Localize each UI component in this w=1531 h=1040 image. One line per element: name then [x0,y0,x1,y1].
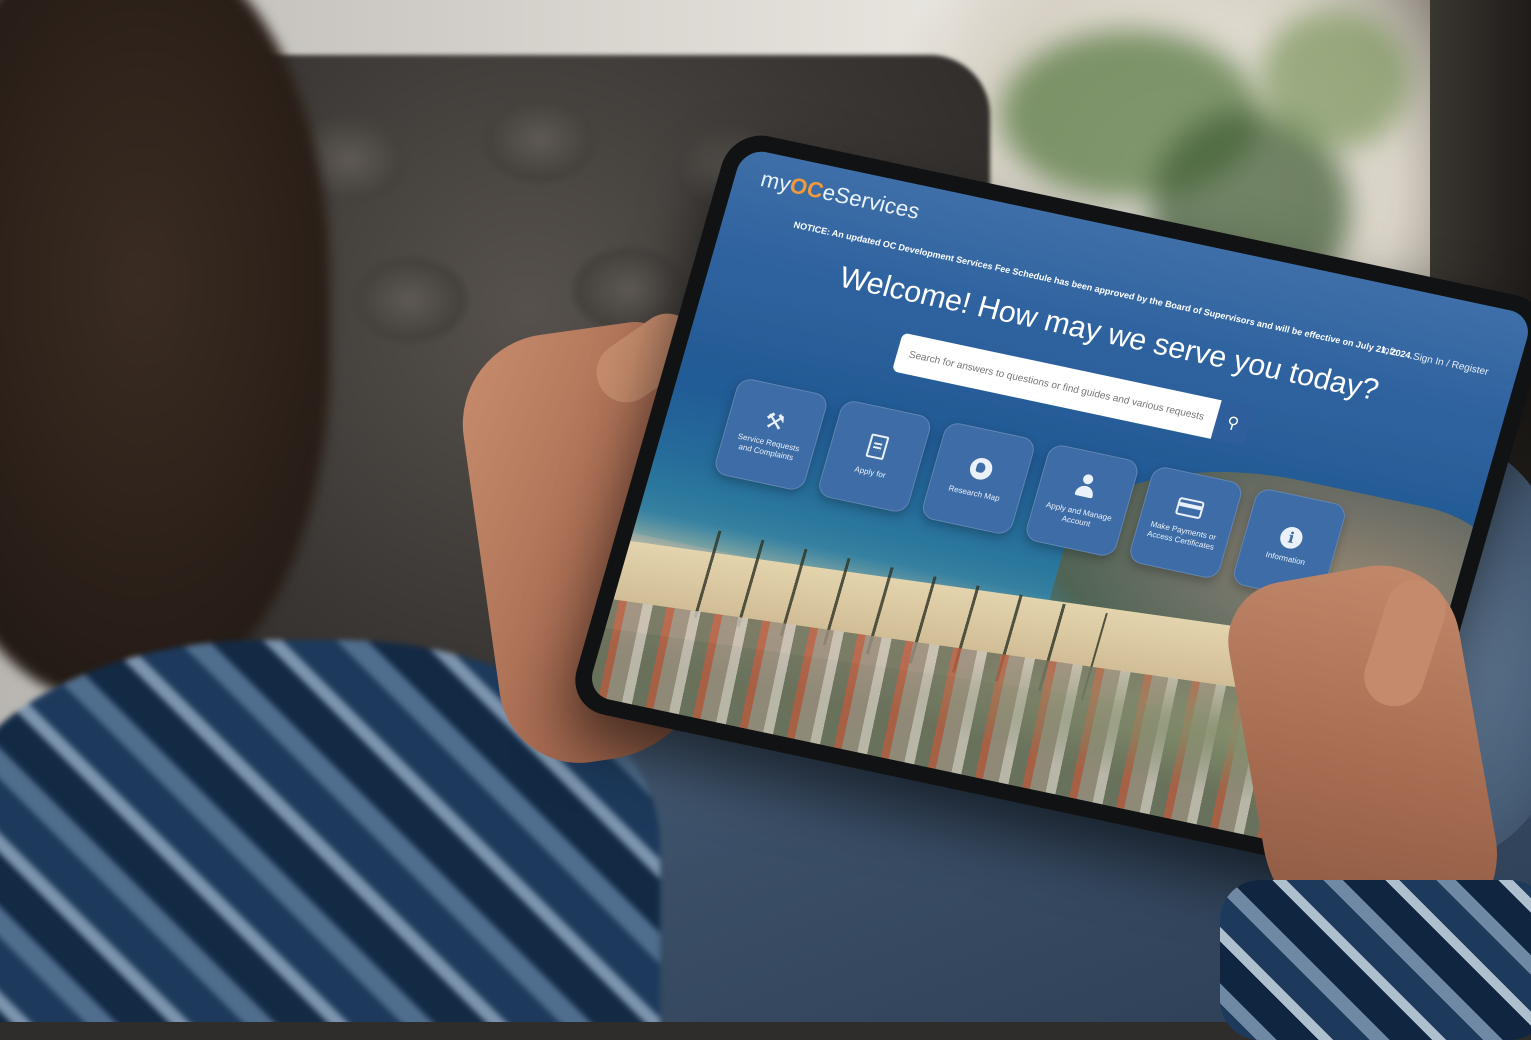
info-icon: i [1277,525,1306,551]
search-icon: ⚲ [1224,414,1241,434]
credit-card-icon [1174,496,1206,520]
tile-label: Apply and Manage Account [1044,500,1113,529]
tile-label: Apply for [853,464,887,480]
sofa-tuft [480,95,600,185]
person-icon [1072,472,1100,500]
sofa-tuft [350,255,470,345]
tools-icon: ⚒ [761,407,788,436]
tile-make-payments[interactable]: Make Payments or Access Certificates [1126,464,1245,581]
globe-icon [967,455,995,482]
logo-suffix: eServices [819,179,923,224]
plaid-sleeve [1220,880,1531,1040]
tile-label: Information [1264,550,1307,568]
tile-apply-for[interactable]: Apply for [815,398,934,515]
plant-foliage [1260,10,1410,150]
tile-label: Research Map [947,483,1001,504]
tile-label: Make Payments or Access Certificates [1146,519,1218,552]
tile-research-map[interactable]: Research Map [919,420,1038,537]
sign-in-link[interactable]: Sign In / Register [1412,351,1490,378]
document-icon [865,433,890,461]
site-logo[interactable]: myOCeServices [758,166,923,225]
tile-label: Service Requests and Complaints [736,431,801,463]
tile-manage-account[interactable]: Apply and Manage Account [1023,442,1141,559]
